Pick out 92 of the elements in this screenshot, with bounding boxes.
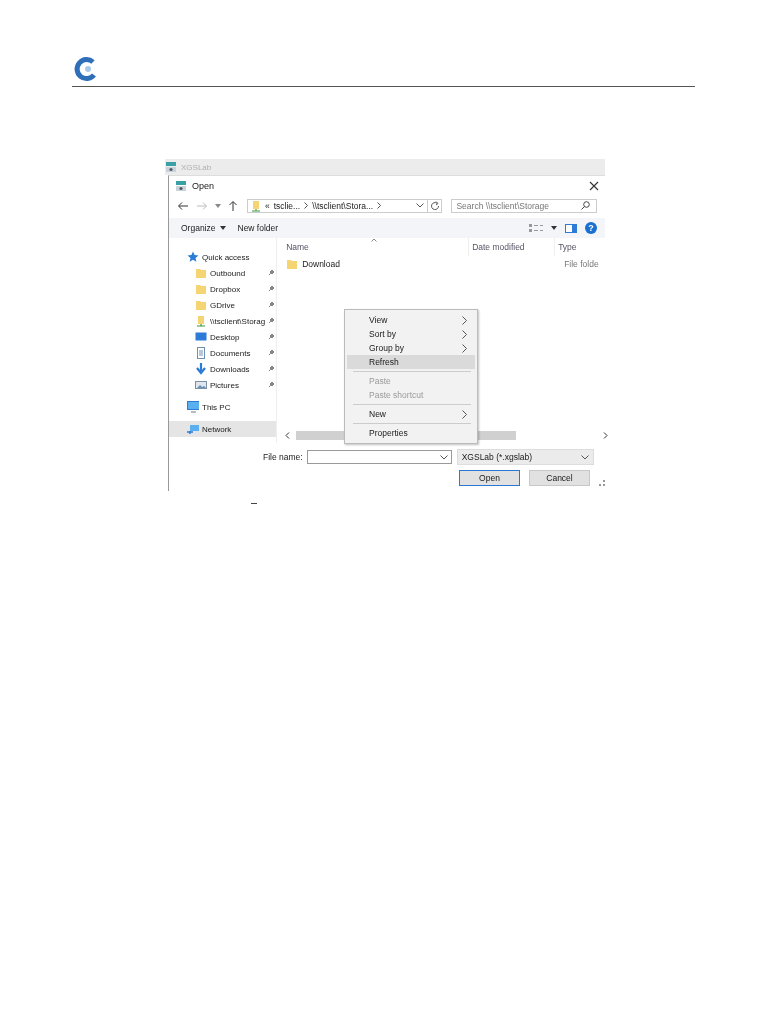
file-name-cell[interactable]: Download [283,258,473,270]
app-icon [165,161,177,173]
open-button[interactable]: Open [459,470,520,486]
view-options-icon[interactable] [529,223,543,233]
search-icon [581,201,591,210]
computer-icon [187,401,199,413]
sidebar-label: Dropbox [210,284,242,294]
monitor-icon [195,331,207,343]
menu-item[interactable]: Refresh [347,355,475,369]
cancel-button[interactable]: Cancel [529,470,590,486]
search-field[interactable]: Search \\tsclient\Storage [451,198,597,213]
file-type-dropdown[interactable]: XGSLab (*.xgslab) [456,449,594,465]
sidebar-item[interactable]: Documents [169,345,277,361]
sidebar-item[interactable]: Dropbox [169,281,277,297]
menu-item[interactable]: Properties [347,426,475,440]
chevron-right-icon [304,202,309,209]
sidebar-item[interactable]: Downloads [169,361,277,377]
up-arrow-icon[interactable] [228,199,238,212]
sidebar-item[interactable]: Desktop [169,329,277,345]
submenu-chevron-icon [462,409,467,419]
sidebar-item[interactable]: Quick access [169,249,277,265]
document-icon [195,347,207,359]
refresh-icon [429,200,440,211]
column-header[interactable]: Date modified [469,238,556,256]
column-header[interactable]: Name [283,238,470,256]
close-icon[interactable] [589,180,599,191]
picture-icon [195,379,207,391]
sidebar-item[interactable]: Pictures [169,377,277,393]
folder-icon [195,283,207,295]
resize-grip-icon [599,480,605,486]
chevron-down-icon [580,454,589,460]
sidebar-label: Pictures [210,380,240,390]
menu-item[interactable]: New [347,407,475,421]
folder-icon [286,258,299,270]
folder-icon [195,267,207,279]
download-arrow-icon [195,363,207,375]
preview-pane-icon[interactable] [565,223,577,233]
pin-icon [268,270,275,276]
chevron-down-icon [439,454,448,460]
column-header[interactable]: Type [555,238,604,256]
sidebar-item[interactable]: GDrive [169,297,277,313]
drive-icon [195,315,207,327]
chevron-down-icon[interactable] [416,203,425,208]
sidebar-item[interactable]: Network [169,421,277,437]
sidebar-label: Documents [210,348,252,358]
file-name-field[interactable] [306,450,452,464]
help-button[interactable]: ? [585,222,597,234]
back-arrow-icon[interactable] [177,200,189,211]
type-cell-text: File folde [563,259,600,269]
scroll-right-icon [603,432,609,439]
sidebar-label: This PC [202,402,232,412]
sidebar-label: Desktop [210,332,241,342]
menu-item[interactable]: Sort by [347,327,475,341]
pin-icon [268,334,275,340]
organize-menu-button[interactable]: Organize [179,223,228,233]
breadcrumb[interactable]: \\tsclient\Stora... [312,200,374,211]
network-icon [187,423,199,435]
address-bar[interactable]: « tsclie... \\tsclient\Stora... [247,198,429,213]
pin-icon [268,286,275,292]
dropdown-caret-icon[interactable] [215,203,221,208]
file-type-value: XGSLab (*.xgslab) [461,452,533,462]
scroll-left-icon [285,432,291,439]
sidebar-item[interactable]: Outbound [169,265,277,281]
sidebar-label: \\tsclient\Storag [210,316,266,326]
sidebar-label: Downloads [210,364,251,374]
pin-icon [268,366,275,372]
sidebar-label: Network [202,424,233,434]
chevron-right-icon [377,202,382,209]
drive-icon [251,199,261,212]
pin-icon [268,382,275,388]
star-icon [187,251,199,263]
menu-item[interactable]: Group by [347,341,475,355]
menu-item[interactable]: View [347,313,475,327]
sidebar-item[interactable]: This PC [169,399,277,415]
logo-icon [73,56,99,82]
pin-icon [268,302,275,308]
sidebar-item[interactable]: \\tsclient\Storag [169,313,277,329]
folder-icon [195,299,207,311]
sidebar-label: Quick access [202,252,251,262]
pin-icon [268,350,275,356]
sidebar-label: GDrive [210,300,236,310]
toolbar-button[interactable]: New folder [235,223,281,233]
app-icon [175,179,187,192]
breadcrumb-overflow[interactable]: « [265,200,270,211]
file-name-label: File name: [263,452,303,462]
sidebar-label: Outbound [210,268,247,278]
pin-icon [268,318,275,324]
dialog-title: Open [192,180,215,191]
refresh-button[interactable] [428,198,443,213]
caret-icon[interactable] [551,226,557,230]
caret-icon [219,226,226,230]
breadcrumb[interactable]: tsclie... [273,200,301,211]
